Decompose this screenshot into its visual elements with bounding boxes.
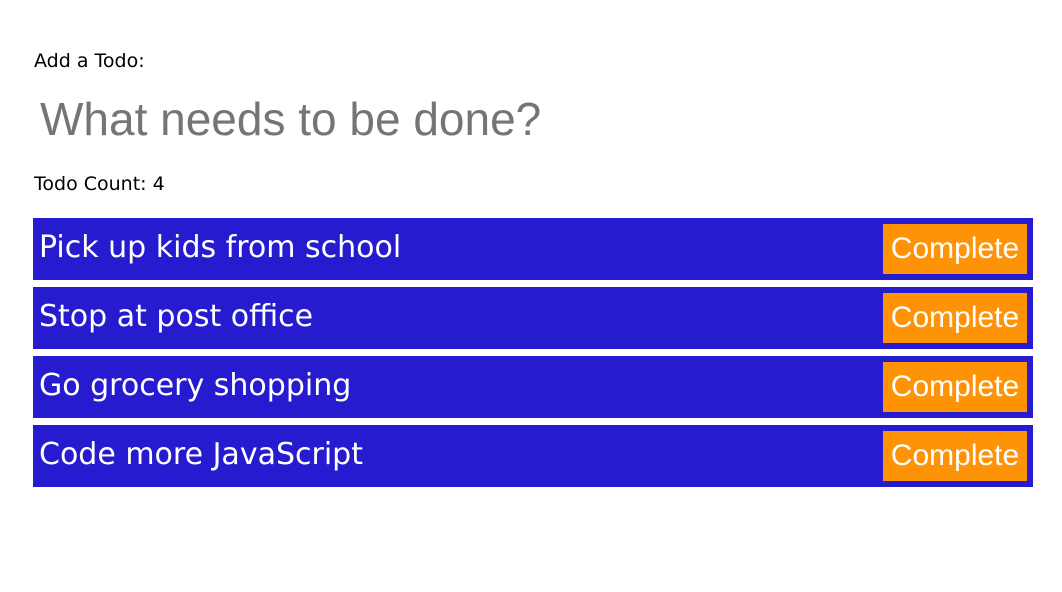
- todo-list: Pick up kids from school Complete Stop a…: [33, 218, 1033, 494]
- todo-item-text: Stop at post office: [39, 299, 314, 334]
- todo-count-label: Todo Count:: [34, 173, 153, 195]
- todo-count: Todo Count: 4: [34, 173, 165, 195]
- todo-count-value: 4: [152, 173, 165, 195]
- todo-input[interactable]: [34, 88, 740, 150]
- todo-item: Go grocery shopping Complete: [33, 356, 1033, 418]
- todo-item-text: Pick up kids from school: [39, 230, 402, 265]
- todo-item-text: Go grocery shopping: [39, 368, 352, 403]
- todo-item-text: Code more JavaScript: [39, 437, 363, 472]
- complete-button[interactable]: Complete: [883, 293, 1027, 343]
- complete-button[interactable]: Complete: [883, 362, 1027, 412]
- complete-button[interactable]: Complete: [883, 431, 1027, 481]
- todo-item: Code more JavaScript Complete: [33, 425, 1033, 487]
- todo-item: Stop at post office Complete: [33, 287, 1033, 349]
- complete-button[interactable]: Complete: [883, 224, 1027, 274]
- todo-item: Pick up kids from school Complete: [33, 218, 1033, 280]
- add-todo-label: Add a Todo:: [34, 50, 145, 72]
